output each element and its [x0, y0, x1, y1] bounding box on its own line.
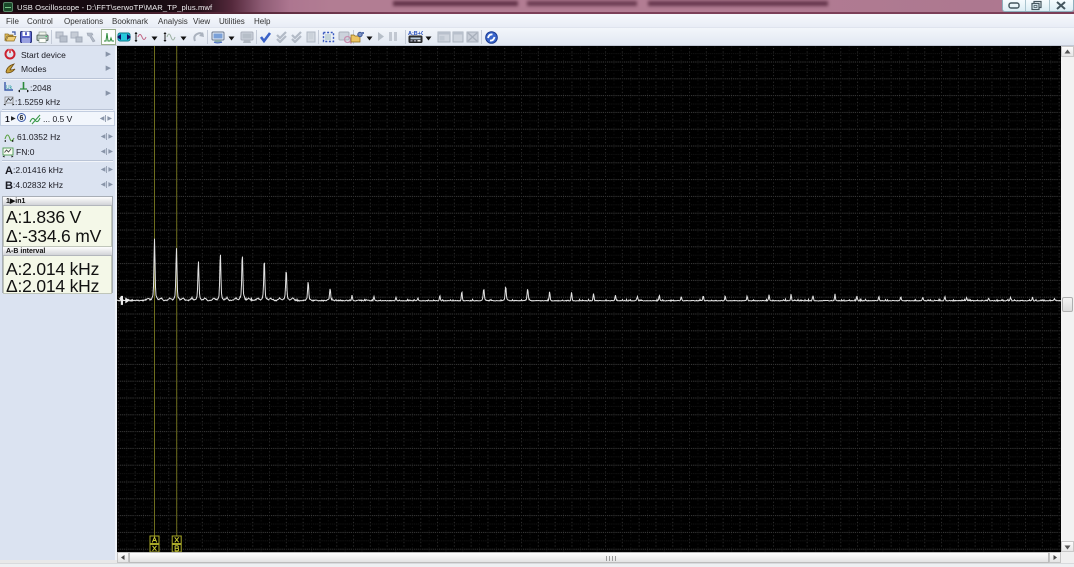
svg-text:Uk: Uk [6, 85, 13, 91]
